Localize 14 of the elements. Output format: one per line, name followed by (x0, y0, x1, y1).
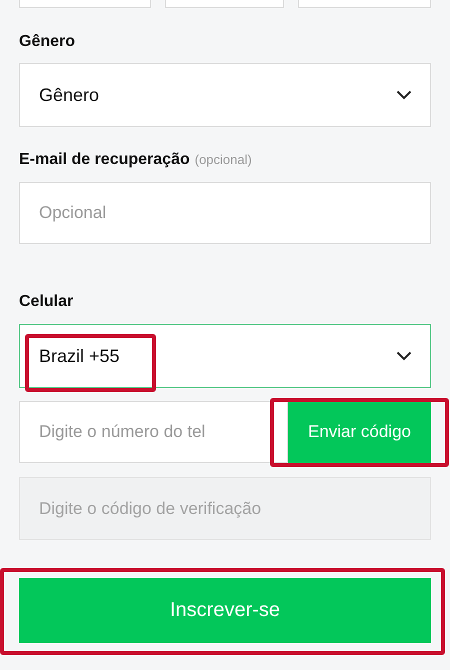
email-input[interactable]: Opcional (19, 182, 431, 244)
input-field[interactable] (19, 0, 151, 8)
field-label: Gênero (19, 32, 76, 52)
phone-input[interactable]: Digite o número do tel (19, 401, 288, 463)
select-value: Gênero (39, 84, 100, 106)
field-label: E-mail de recuperação (19, 150, 190, 170)
input-field[interactable] (165, 0, 284, 8)
gender-select[interactable]: Gênero (19, 63, 431, 127)
chevron-down-icon (396, 351, 412, 361)
field-label: Celular (19, 292, 74, 312)
input-field[interactable] (298, 0, 431, 8)
chevron-down-icon (396, 90, 412, 100)
select-value: Brazil +55 (39, 346, 120, 366)
optional-hint: (opcional) (194, 151, 252, 169)
